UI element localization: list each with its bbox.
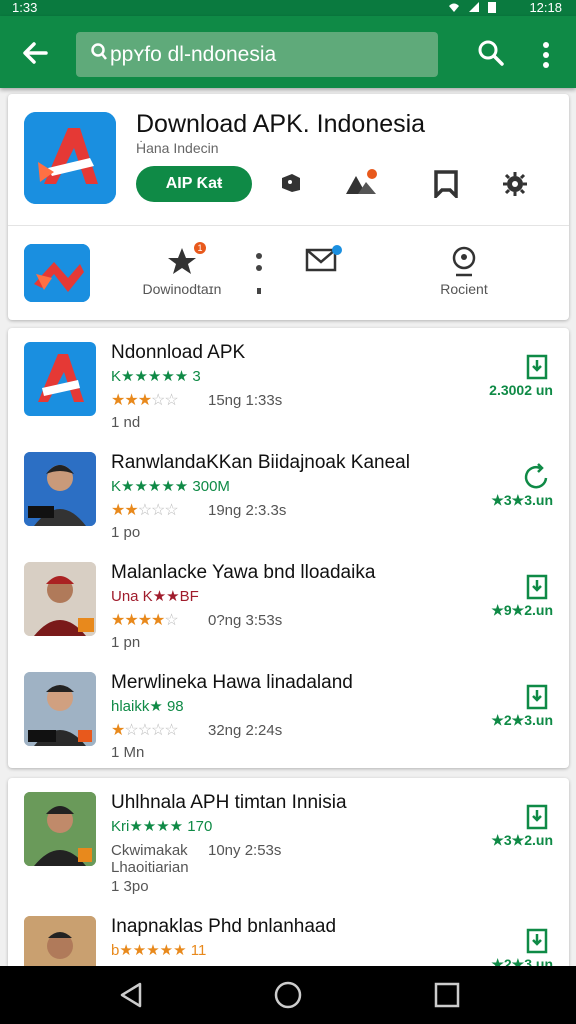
app-size: 1 po xyxy=(111,524,141,541)
app-size: 1 3po xyxy=(111,878,149,895)
app-title: Merwlineka Hawa linadaland xyxy=(111,672,353,693)
wifi-icon xyxy=(449,3,459,12)
bookmark-icon[interactable] xyxy=(430,168,464,198)
app-size: 1 nd xyxy=(111,414,141,431)
download-count: 2.3002 un xyxy=(489,382,553,398)
app-meta: 15ng 1:33s xyxy=(208,392,283,409)
battery-icon xyxy=(488,2,496,13)
list-item[interactable]: Merwlineka Hawa linadaland hlaikk★ 98 ★☆… xyxy=(8,658,569,764)
rating-text: K★★★★★ 300M xyxy=(111,478,230,495)
image-badge-icon[interactable] xyxy=(344,168,378,198)
app-header-card: Download APK. Indonesia Ḣana Indecin AIP… xyxy=(8,94,569,320)
app-list-card: Ndonnload APK K★★★★★ 3 ★★★☆☆ 15ng 1:33s … xyxy=(8,328,569,768)
rating-text: Kri★★★★ 170 xyxy=(111,818,213,835)
install-button[interactable]: AIP Ƙaŧ xyxy=(136,166,252,202)
app-list-card-2: Uhlhnala APH timtan Innisia Kri★★★★ 170 … xyxy=(8,778,569,966)
downloads-label: Dowinodtaɪn xyxy=(142,281,222,297)
download-count: ★3★2.un xyxy=(491,832,553,848)
app-logo xyxy=(24,112,116,204)
app-thumbnail xyxy=(24,672,96,746)
list-item[interactable]: Inapnaklas Phd bnlanhaad b★★★★★ 11 ★2★3.… xyxy=(8,902,569,966)
download-icon[interactable] xyxy=(522,570,552,602)
recent-action[interactable]: Rocient xyxy=(418,244,510,304)
star-rating: ★☆☆☆☆ xyxy=(111,722,179,739)
star-rating: ★★★☆☆ xyxy=(111,392,179,409)
rating-text: K★★★★★ 3 xyxy=(111,368,201,385)
app-bar: ppʏfo dl-ndonesia xyxy=(0,16,576,88)
app-thumbnail xyxy=(24,916,96,966)
app-thumbnail xyxy=(24,452,96,526)
downloads-action[interactable]: Dowinodtaɪn xyxy=(136,244,228,304)
recent-person-icon xyxy=(452,246,476,277)
system-nav-bar xyxy=(0,966,576,1024)
divider xyxy=(8,225,569,226)
rating-text: hlaikk★ 98 xyxy=(111,698,184,715)
download-icon[interactable] xyxy=(522,350,552,382)
more-vert-small-icon[interactable] xyxy=(254,252,264,298)
search-input[interactable]: ppʏfo dl-ndonesia xyxy=(76,32,438,77)
download-icon[interactable] xyxy=(522,800,552,832)
app-size: 1 pn xyxy=(111,634,141,651)
download-count: ★2★3.un xyxy=(491,712,553,728)
app-thumbnail xyxy=(24,792,96,866)
app-thumbnail xyxy=(24,562,96,636)
arrow-left-icon[interactable] xyxy=(18,36,52,70)
gear-icon[interactable] xyxy=(500,168,534,198)
app-title: Inapnaklas Phd bnlanhaad xyxy=(111,916,337,937)
rating-text: Una K★★BF xyxy=(111,588,199,605)
app-title: Uhlhnala APH timtan Innisia xyxy=(111,792,347,813)
status-time: 1:33 xyxy=(12,0,38,15)
recent-label: Rocient xyxy=(440,281,488,297)
download-icon[interactable] xyxy=(522,680,552,712)
search-inline-icon xyxy=(90,32,108,77)
download-count: ★2★3.un xyxy=(491,956,553,966)
status-bar: 1:33 12:18 xyxy=(0,0,576,16)
home-nav-icon[interactable] xyxy=(273,980,303,1010)
app-title: Download APK. Indonesia xyxy=(136,110,426,138)
recents-nav-icon[interactable] xyxy=(432,980,462,1010)
search-text: ppʏfo dl-ndonesia xyxy=(110,43,277,66)
notification-badge: 1 xyxy=(194,242,206,254)
star-rating: ★★☆☆☆ xyxy=(111,502,179,519)
app-meta: 32ng 2:24s xyxy=(208,722,283,739)
app-title: Malanlacke Yawa bnd lloadaika xyxy=(111,562,376,583)
app-subtitle: Ckwimakak Lhaoitiarian xyxy=(111,842,189,876)
rating-text: b★★★★★ 11 xyxy=(111,942,207,959)
list-item[interactable]: Malanlacke Yawa bnd lloadaika Una K★★BF … xyxy=(8,548,569,654)
app-developer: Ḣana Indecin xyxy=(136,140,219,156)
app-meta: 19ng 2:3.3s xyxy=(208,502,287,519)
app-title: RanwlandaKKan Biidajnoak Kaneal xyxy=(111,452,410,473)
list-item[interactable]: Uhlhnala APH timtan Innisia Kri★★★★ 170 … xyxy=(8,778,569,898)
app-meta: 10ny 2:53s xyxy=(208,842,282,859)
app-logo-small xyxy=(24,244,90,302)
list-item[interactable]: Ndonnload APK K★★★★★ 3 ★★★☆☆ 15ng 1:33s … xyxy=(8,328,569,434)
tag-icon[interactable] xyxy=(278,168,312,198)
refresh-icon[interactable] xyxy=(522,460,552,492)
back-nav-icon[interactable] xyxy=(116,980,146,1010)
status-icons xyxy=(448,1,496,13)
download-icon[interactable] xyxy=(522,924,552,956)
list-item[interactable]: RanwlandaKKan Biidajnoak Kaneal K★★★★★ 3… xyxy=(8,438,569,544)
app-meta: 0?ng 3:53s xyxy=(208,612,283,629)
download-count: ★3★3.un xyxy=(491,492,553,508)
star-rating: ★★★★☆ xyxy=(111,612,179,629)
more-vert-icon[interactable] xyxy=(536,40,556,70)
app-title: Ndonnload APK xyxy=(111,342,246,363)
app-thumbnail xyxy=(24,342,96,416)
app-size: 1 Mn xyxy=(111,744,145,761)
mail-icon[interactable] xyxy=(304,244,344,278)
search-icon[interactable] xyxy=(476,38,506,68)
download-count: ★9★2.un xyxy=(491,602,553,618)
status-clock: 12:18 xyxy=(529,0,562,15)
signal-icon xyxy=(469,2,479,12)
